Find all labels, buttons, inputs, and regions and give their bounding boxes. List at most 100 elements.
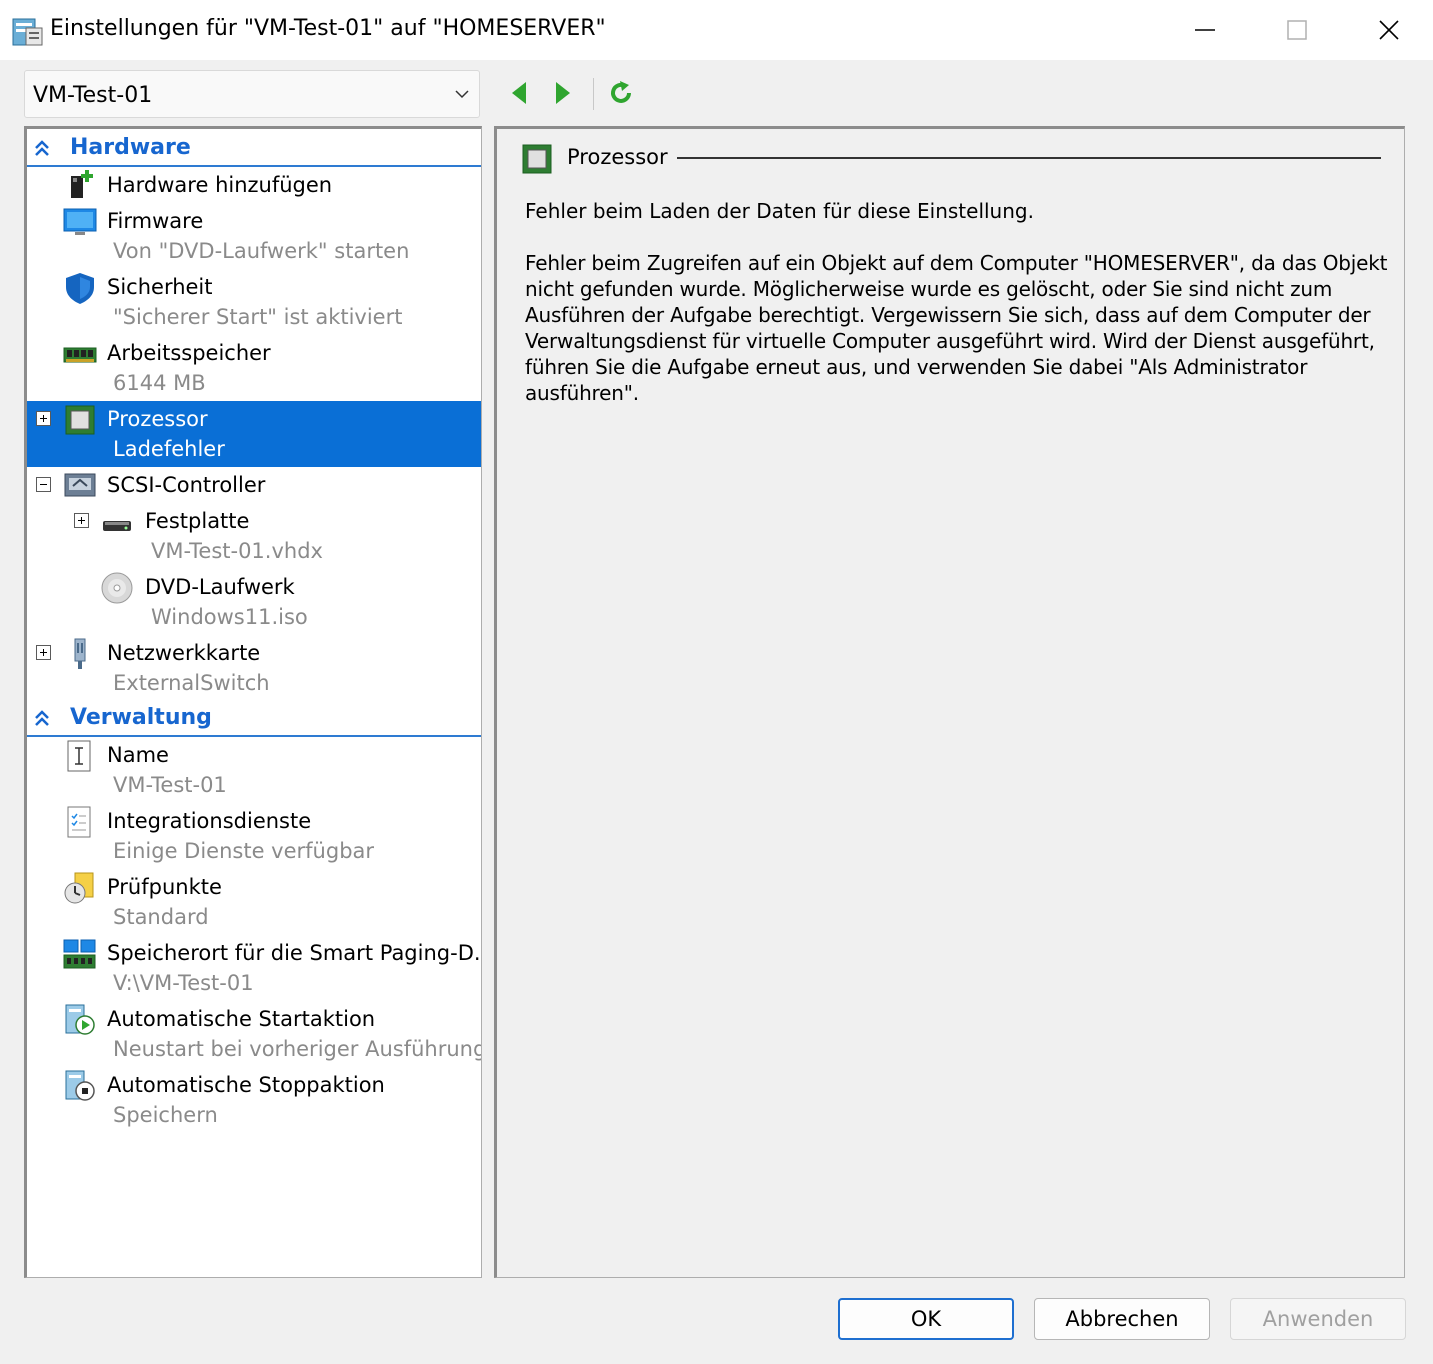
tree-item-detail: V:\VM-Test-01 (113, 971, 254, 995)
tree-item-detail: Von "DVD-Laufwerk" starten (113, 239, 410, 263)
memory-icon (63, 347, 97, 363)
tree-item-detail: Ladefehler (113, 437, 225, 461)
name-icon (67, 740, 91, 772)
firmware-icon (63, 208, 97, 235)
tree-item-detail: Einige Dienste verfügbar (113, 839, 375, 863)
shield-icon (66, 273, 94, 304)
tree-item-label: Arbeitsspeicher (107, 341, 271, 365)
error-message-line: führen Sie die Aufgabe erneut aus, und v… (525, 355, 1308, 379)
category-management[interactable]: Verwaltung (27, 701, 481, 737)
category-label: Hardware (70, 135, 191, 160)
back-button[interactable] (502, 76, 536, 110)
category-hardware[interactable]: Hardware (27, 131, 481, 167)
stop-action-icon (65, 1070, 95, 1101)
tree-item-detail: ExternalSwitch (113, 671, 270, 695)
integration-services-icon (67, 806, 91, 838)
settings-tree: Hardware Hardware hinzufügen Firmware Vo… (24, 126, 482, 1278)
tree-item-label: Prozessor (107, 407, 208, 431)
apply-button[interactable]: Anwenden (1230, 1298, 1406, 1340)
tree-item-label: Automatische Startaktion (107, 1007, 376, 1031)
vm-selector-value: VM-Test-01 (33, 83, 153, 108)
tree-item-detail: Neustart bei vorheriger Ausführung (113, 1037, 482, 1061)
tree-item-auto-start-action[interactable]: Automatische Startaktion Neustart bei vo… (27, 1001, 482, 1067)
toolbar-separator (593, 78, 594, 110)
tree-item-security[interactable]: Sicherheit "Sicherer Start" ist aktivier… (27, 269, 481, 335)
tree-item-network-adapter[interactable]: Netzwerkkarte ExternalSwitch (27, 635, 481, 701)
tree-item-integration-services[interactable]: Integrationsdienste Einige Dienste verfü… (27, 803, 481, 869)
chevron-down-icon (455, 90, 469, 99)
tree-item-dvd-drive[interactable]: DVD-Laufwerk Windows11.iso (27, 569, 481, 635)
tree-item-memory[interactable]: Arbeitsspeicher 6144 MB (27, 335, 481, 401)
minimize-button[interactable] (1159, 0, 1251, 60)
tree-item-detail: 6144 MB (113, 371, 206, 395)
network-adapter-icon (74, 638, 86, 669)
expand-toggle[interactable] (36, 645, 51, 660)
refresh-icon (611, 81, 631, 103)
tree-item-checkpoints[interactable]: Prüfpunkte Standard (27, 869, 481, 935)
title-bar: Einstellungen für "VM-Test-01" auf "HOME… (0, 0, 1433, 60)
error-message-line: Fehler beim Zugreifen auf ein Objekt auf… (525, 251, 1388, 275)
tree-item-label: Netzwerkkarte (107, 641, 261, 665)
window-title: Einstellungen für "VM-Test-01" auf "HOME… (50, 16, 606, 41)
tree-item-name[interactable]: Name VM-Test-01 (27, 737, 481, 803)
tree-item-hard-disk[interactable]: Festplatte VM-Test-01.vhdx (27, 503, 481, 569)
tree-item-label: Integrationsdienste (107, 809, 312, 833)
close-icon (1379, 20, 1399, 40)
tree-item-detail: Speichern (113, 1103, 218, 1127)
minimize-icon (1195, 29, 1215, 31)
tree-item-processor[interactable]: Prozessor Ladefehler (27, 401, 481, 467)
tree-item-label: Name (107, 743, 169, 767)
start-action-icon (65, 1004, 95, 1035)
error-message-line: Verwaltungsdienst für virtuelle Computer… (525, 329, 1375, 353)
maximize-button[interactable] (1251, 0, 1343, 60)
tree-item-label: Speicherort für die Smart Paging-D... (107, 941, 482, 965)
error-heading: Fehler beim Laden der Daten für diese Ei… (525, 199, 1034, 223)
dvd-icon (101, 572, 133, 604)
error-message-line: ausführen". (525, 381, 639, 405)
forward-arrow-icon (556, 82, 570, 104)
back-arrow-icon (512, 82, 526, 104)
tree-item-add-hardware[interactable]: Hardware hinzufügen (27, 167, 481, 203)
error-message-line: nicht gefunden wurde. Möglicherweise wur… (525, 277, 1333, 301)
error-message-line: Ausführen der Aufgabe berechtigt. Vergew… (525, 303, 1371, 327)
expand-toggle[interactable] (36, 411, 51, 426)
tree-item-smart-paging[interactable]: Speicherort für die Smart Paging-D... V:… (27, 935, 482, 1001)
tree-item-scsi-controller[interactable]: SCSI-Controller (27, 467, 481, 503)
maximize-icon (1287, 20, 1307, 40)
tree-item-firmware[interactable]: Firmware Von "DVD-Laufwerk" starten (27, 203, 481, 269)
tree-item-detail: VM-Test-01 (113, 773, 227, 797)
collapse-chevron-icon (35, 710, 49, 726)
tree-item-label: Hardware hinzufügen (107, 173, 333, 197)
expand-toggle[interactable] (74, 513, 89, 528)
forward-button[interactable] (546, 76, 580, 110)
tree-item-auto-stop-action[interactable]: Automatische Stoppaktion Speichern (27, 1067, 481, 1133)
tree-item-label: Festplatte (145, 509, 250, 533)
tree-item-label: SCSI-Controller (107, 473, 266, 497)
tree-item-detail: VM-Test-01.vhdx (151, 539, 323, 563)
collapse-chevron-icon (35, 140, 49, 156)
checkpoint-icon (64, 872, 94, 904)
tree-item-label: Prüfpunkte (107, 875, 222, 899)
smart-paging-icon (63, 939, 96, 969)
title-divider (677, 157, 1381, 159)
add-hardware-icon (71, 170, 93, 198)
tree-item-detail: Windows11.iso (151, 605, 308, 629)
vm-selector-dropdown[interactable]: VM-Test-01 (24, 70, 480, 118)
processor-icon (522, 144, 552, 174)
close-button[interactable] (1343, 0, 1433, 60)
collapse-toggle[interactable] (36, 477, 51, 492)
app-settings-icon (12, 18, 43, 46)
scsi-icon (64, 473, 96, 497)
tree-item-label: DVD-Laufwerk (145, 575, 295, 599)
category-label: Verwaltung (70, 705, 212, 730)
refresh-button[interactable] (604, 76, 638, 110)
cancel-button[interactable]: Abbrechen (1034, 1298, 1210, 1340)
tree-item-label: Sicherheit (107, 275, 213, 299)
tree-item-label: Automatische Stoppaktion (107, 1073, 385, 1097)
detail-panel: Prozessor Fehler beim Laden der Daten fü… (494, 126, 1405, 1278)
tree-item-label: Firmware (107, 209, 204, 233)
detail-title: Prozessor (567, 145, 668, 169)
tree-item-detail: "Sicherer Start" ist aktiviert (113, 305, 403, 329)
processor-icon (65, 405, 95, 435)
ok-button[interactable]: OK (838, 1298, 1014, 1340)
